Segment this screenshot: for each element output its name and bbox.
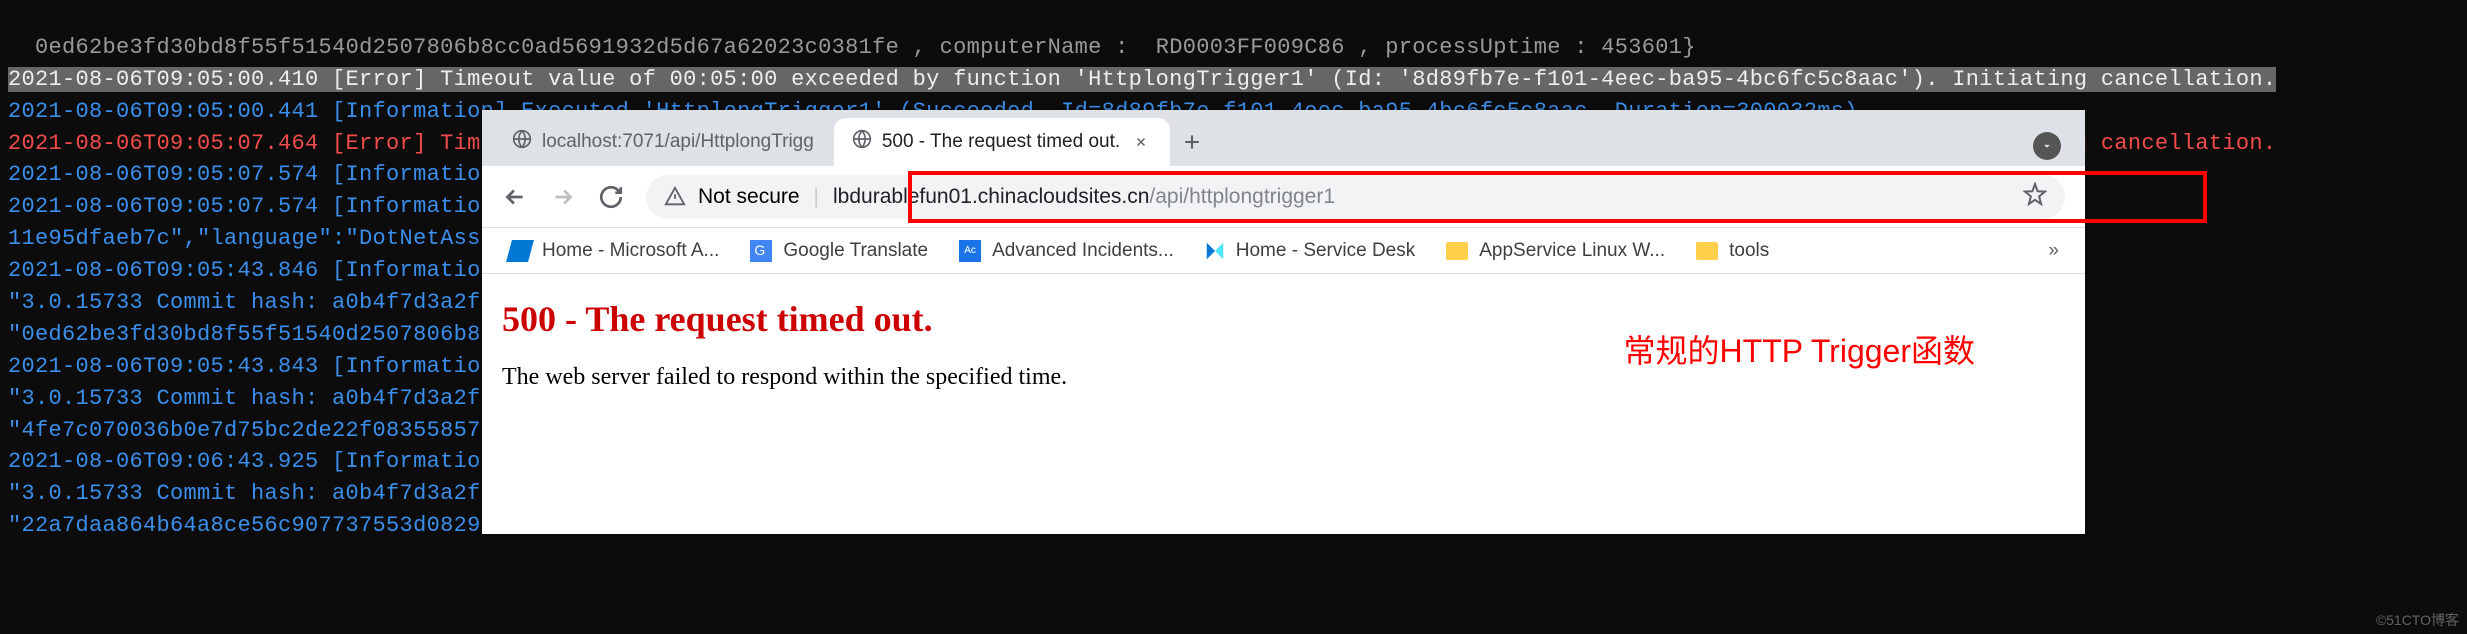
bookmark-appservice[interactable]: AppService Linux W... — [1435, 233, 1675, 269]
bookmarks-bar: Home - Microsoft A... Google Translate A… — [482, 228, 2085, 274]
tab-localhost[interactable]: localhost:7071/api/HttplongTrigg — [494, 118, 832, 166]
bookmark-label: Google Translate — [783, 240, 928, 262]
page-content: 500 - The request timed out. The web ser… — [482, 274, 2085, 415]
bookmark-label: Advanced Incidents... — [992, 240, 1174, 262]
browser-window: localhost:7071/api/HttplongTrigg 500 - T… — [482, 110, 2085, 534]
chevron-down-icon[interactable] — [2033, 132, 2061, 160]
not-secure-indicator[interactable]: Not secure — [664, 185, 800, 209]
log-line: 0ed62be3fd30bd8f55f51540d2507806b8cc0ad5… — [8, 35, 1696, 60]
bookmark-advanced-incidents[interactable]: Ac Advanced Incidents... — [948, 233, 1184, 269]
reload-button[interactable] — [590, 176, 632, 218]
annotation-label: 常规的HTTP Trigger函数 — [1624, 326, 1975, 372]
bookmarks-overflow[interactable]: » — [2038, 234, 2069, 268]
folder-icon — [1445, 239, 1469, 263]
folder-icon — [1695, 239, 1719, 263]
google-translate-icon — [749, 239, 773, 263]
globe-icon — [852, 129, 872, 155]
browser-toolbar: Not secure | lbdurablefun01.chinacloudsi… — [482, 166, 2085, 228]
log-line-selected[interactable]: 2021-08-06T09:05:00.410 [Error] Timeout … — [8, 67, 2276, 92]
bookmark-star-icon[interactable] — [2023, 182, 2047, 212]
window-controls — [2033, 132, 2073, 160]
bookmark-azure[interactable]: Home - Microsoft A... — [498, 233, 729, 269]
watermark: ©51CTO博客 — [2376, 610, 2459, 630]
bookmark-label: Home - Microsoft A... — [542, 240, 719, 262]
azure-icon — [508, 239, 532, 263]
close-icon[interactable] — [1130, 131, 1152, 153]
bookmark-google-translate[interactable]: Google Translate — [739, 233, 938, 269]
tab-title: localhost:7071/api/HttplongTrigg — [542, 131, 814, 153]
back-button[interactable] — [494, 176, 536, 218]
new-tab-button[interactable] — [1172, 122, 1212, 162]
address-bar[interactable]: lbdurablefun01.chinacloudsites.cn/api/ht… — [833, 185, 1335, 209]
bookmark-label: tools — [1729, 240, 1769, 262]
service-desk-icon — [1204, 240, 1226, 262]
bookmark-service-desk[interactable]: Home - Service Desk — [1194, 234, 1426, 268]
acm-icon: Ac — [958, 239, 982, 263]
bookmark-label: Home - Service Desk — [1236, 240, 1416, 262]
not-secure-label: Not secure — [698, 185, 800, 209]
warning-icon — [664, 186, 686, 208]
tab-500-error[interactable]: 500 - The request timed out. — [834, 118, 1170, 166]
bookmark-tools[interactable]: tools — [1685, 233, 1779, 269]
tab-title: 500 - The request timed out. — [882, 131, 1120, 153]
tab-strip: localhost:7071/api/HttplongTrigg 500 - T… — [482, 110, 2085, 166]
bookmark-label: AppService Linux W... — [1479, 240, 1665, 262]
globe-icon — [512, 129, 532, 155]
forward-button[interactable] — [542, 176, 584, 218]
